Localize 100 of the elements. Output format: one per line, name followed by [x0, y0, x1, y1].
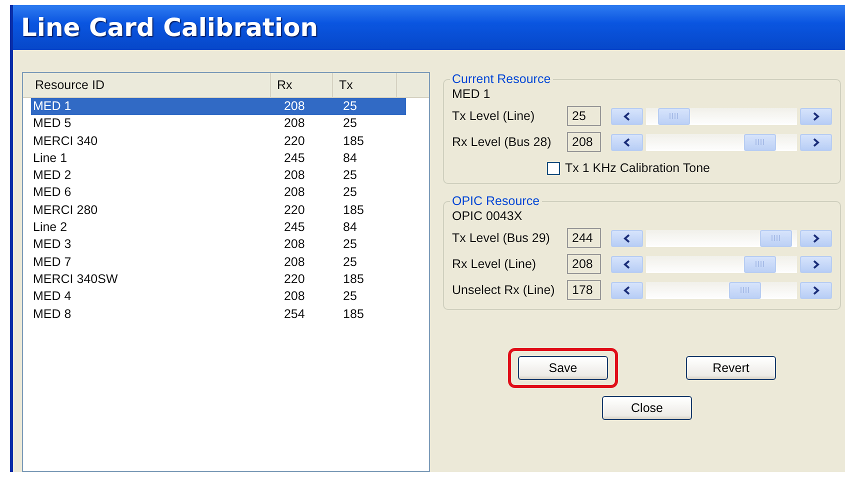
- table-cell-text: 185: [342, 202, 365, 219]
- table-cell-text: 208: [282, 98, 306, 115]
- slider-thumb[interactable]: [760, 230, 792, 246]
- list-row[interactable]: MED 3 208 25: [31, 236, 406, 254]
- table-cell-text: MED 1: [32, 98, 72, 115]
- table-cell-text: 220: [282, 270, 306, 288]
- chevron-right-icon: [812, 234, 820, 242]
- table-cell-text: MED 8: [32, 306, 72, 323]
- table-cell-text: Line 1: [32, 150, 68, 167]
- table-cell-text: 208: [282, 288, 306, 306]
- table-cell-text: 208: [282, 236, 306, 254]
- dialog-button[interactable]: Close: [602, 396, 692, 420]
- list-row[interactable]: MED 7 208 25: [31, 254, 406, 271]
- list-row[interactable]: MERCI 340SW 220 185: [31, 270, 406, 288]
- resource-name: MED 1: [452, 87, 492, 101]
- scroll-left-button[interactable]: [611, 256, 643, 272]
- slider-label: Tx Level (Bus 29): [452, 231, 551, 245]
- chevron-left-icon: [623, 112, 631, 120]
- table-cell-text: 185: [342, 306, 365, 323]
- table-cell-text: 245: [282, 219, 306, 236]
- table-cell-text: 254: [282, 306, 306, 323]
- table-cell-text: 25: [342, 184, 358, 202]
- table-cell-text: MERCI 340: [32, 132, 99, 150]
- list-row[interactable]: MED 2 208 25: [31, 167, 406, 184]
- slider-label: Unselect Rx (Line): [452, 283, 556, 297]
- table-cell-text: 220: [282, 202, 306, 219]
- list-row[interactable]: Line 1 245 84: [31, 150, 406, 168]
- table-cell-text: 84: [342, 150, 358, 167]
- dialog-button[interactable]: Save: [518, 356, 608, 380]
- column-header[interactable]: Tx: [333, 73, 397, 97]
- list-row[interactable]: MED 1 208 25: [31, 98, 406, 116]
- table-cell-text: MED 7: [32, 254, 72, 271]
- scroll-left-button[interactable]: [611, 108, 643, 124]
- chevron-left-icon: [623, 234, 631, 242]
- list-row[interactable]: MED 8 254 185: [31, 306, 406, 323]
- table-cell-text: 185: [342, 270, 365, 288]
- level-reading: 244: [567, 228, 601, 248]
- dialog-button[interactable]: Revert: [686, 356, 776, 380]
- level-reading: 208: [567, 132, 601, 152]
- table-cell-text: 25: [342, 167, 358, 184]
- table-cell-text: MED 3: [32, 236, 72, 254]
- slider-label: Rx Level (Line): [452, 257, 538, 271]
- table-cell-text: Line 2: [32, 219, 68, 236]
- slider-label: Rx Level (Bus 28): [452, 135, 552, 149]
- list-row[interactable]: MED 4 208 25: [31, 288, 406, 306]
- table-cell-text: MERCI 340SW: [32, 270, 119, 288]
- checkbox[interactable]: [547, 162, 560, 174]
- chevron-left-icon: [623, 260, 631, 268]
- slider-thumb[interactable]: [744, 134, 776, 150]
- scroll-left-button[interactable]: [611, 230, 643, 246]
- slider-thumb[interactable]: [658, 108, 690, 124]
- chevron-right-icon: [812, 260, 820, 268]
- scroll-right-button[interactable]: [800, 256, 832, 272]
- group-title: OPIC Resource: [451, 194, 541, 208]
- slider-thumb[interactable]: [744, 256, 776, 272]
- window-title: Line Card Calibration: [21, 13, 318, 42]
- list-row[interactable]: MERCI 340 220 185: [31, 132, 406, 150]
- list-row[interactable]: MED 5 208 25: [31, 115, 406, 133]
- table-cell-text: 25: [342, 288, 358, 306]
- table-cell-text: 185: [342, 132, 365, 150]
- scroll-right-button[interactable]: [800, 230, 832, 246]
- column-header[interactable]: Resource ID: [23, 73, 271, 97]
- level-reading: 208: [567, 254, 601, 274]
- table-cell-text: 25: [342, 236, 358, 254]
- table-cell-text: MED 4: [32, 288, 72, 306]
- level-reading: 25: [567, 106, 601, 126]
- table-cell-text: 25: [342, 98, 358, 115]
- scroll-right-button[interactable]: [800, 282, 832, 298]
- scroll-right-button[interactable]: [800, 108, 832, 124]
- resource-name: OPIC 0043X: [452, 209, 524, 223]
- table-cell-text: MED 2: [32, 167, 72, 184]
- chevron-left-icon: [623, 138, 631, 146]
- table-cell-text: MED 5: [32, 115, 72, 132]
- table-cell-text: MED 6: [32, 184, 72, 202]
- table-cell-text: 208: [282, 184, 306, 202]
- table-cell-text: MERCI 280: [32, 202, 99, 219]
- slider-thumb[interactable]: [729, 282, 762, 298]
- table-cell-text: 208: [282, 115, 306, 132]
- table-cell-text: 25: [342, 254, 358, 271]
- table-cell-text: 245: [282, 150, 306, 167]
- chevron-right-icon: [812, 112, 820, 120]
- column-header[interactable]: Rx: [271, 73, 333, 97]
- list-row[interactable]: MERCI 280 220 185: [31, 202, 406, 220]
- table-cell-text: 84: [342, 219, 358, 236]
- group-title: Current Resource: [451, 72, 552, 86]
- table-cell-text: 25: [342, 115, 358, 132]
- chevron-right-icon: [812, 286, 820, 294]
- table-cell-text: 220: [282, 132, 306, 150]
- scroll-left-button[interactable]: [611, 282, 643, 298]
- checkbox-label: Tx 1 KHz Calibration Tone: [565, 161, 710, 175]
- scroll-right-button[interactable]: [800, 134, 832, 150]
- table-cell-text: 208: [282, 254, 306, 271]
- list-row[interactable]: Line 2 245 84: [31, 219, 406, 236]
- level-reading: 178: [567, 280, 601, 300]
- scroll-left-button[interactable]: [611, 134, 643, 150]
- list-row[interactable]: MED 6 208 25: [31, 184, 406, 202]
- table-cell-text: 208: [282, 167, 306, 184]
- chevron-right-icon: [812, 138, 820, 146]
- slider-label: Tx Level (Line): [452, 109, 536, 123]
- chevron-left-icon: [623, 286, 631, 294]
